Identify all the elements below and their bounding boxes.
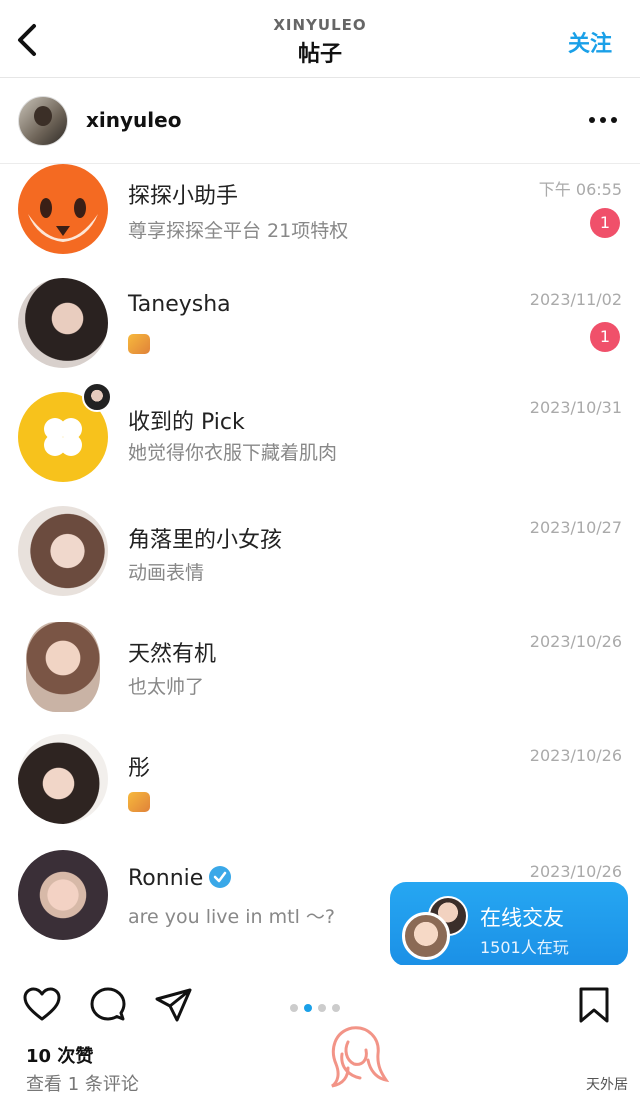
chat-name: 天然有机: [128, 642, 217, 667]
chat-date: 2023/10/31: [529, 398, 622, 417]
chat-name: 收到的 Pick: [128, 410, 245, 435]
list-item[interactable]: Taneysha 2023/11/02 1: [0, 278, 640, 392]
view-comments-link[interactable]: 查看 1 条评论: [26, 1070, 139, 1096]
page-title: 帖子: [297, 42, 342, 67]
carousel-dot: [290, 1004, 298, 1012]
user-avatar: [26, 622, 100, 712]
user-avatar: [18, 278, 108, 368]
ellipsis-icon: [589, 117, 617, 123]
chat-name: 彤: [128, 756, 151, 781]
chat-message: 动画表情: [128, 562, 205, 584]
tantan-fox-avatar: [18, 164, 108, 254]
chat-date: 2023/11/02: [529, 290, 622, 309]
chat-name: 探探小助手: [128, 184, 239, 209]
carousel-dot-active: [304, 1004, 312, 1012]
chat-name: Ronnie: [128, 866, 232, 891]
comment-bubble-icon: [90, 987, 126, 1021]
user-avatar: [18, 850, 108, 940]
chat-message: 她觉得你衣服下藏着肌肉: [128, 442, 338, 464]
send-paper-plane-icon: [155, 988, 192, 1022]
post-action-bar: [0, 965, 640, 1041]
save-button[interactable]: [574, 985, 614, 1025]
banner-title: 在线交友: [480, 906, 564, 930]
more-options-button[interactable]: [588, 108, 618, 132]
chat-name: Taneysha: [128, 292, 231, 317]
unread-badge: 1: [590, 208, 620, 238]
chat-date: 2023/10/26: [529, 632, 622, 651]
watermark-logo-icon: [331, 1026, 390, 1088]
list-item[interactable]: 探探小助手 尊享探探全平台 21项特权 下午 06:55 1: [0, 164, 640, 278]
banner-subtitle: 1501人在玩: [480, 938, 569, 957]
top-navigation-bar: XINYULEO 帖子 关注: [0, 0, 640, 78]
chat-message: are you live in mtl ～?: [128, 906, 335, 928]
heart-icon: [23, 987, 61, 1021]
small-avatar-overlay: [82, 382, 112, 412]
author-avatar[interactable]: [18, 96, 68, 146]
list-item[interactable]: 彤 2023/10/26: [0, 734, 640, 848]
author-username[interactable]: xinyuleo: [86, 108, 181, 132]
list-item[interactable]: 收到的 Pick 她觉得你衣服下藏着肌肉 2023/10/31: [0, 382, 640, 506]
sticker-icon: [128, 792, 150, 812]
online-dating-banner[interactable]: 在线交友 1501人在玩: [390, 882, 628, 966]
banner-avatar: [402, 912, 450, 960]
chat-name: 角落里的小女孩: [128, 528, 283, 553]
chat-date: 2023/10/26: [529, 862, 622, 881]
verified-badge-icon: [209, 866, 232, 888]
carousel-indicator: [290, 997, 346, 1012]
chat-date: 2023/10/27: [529, 518, 622, 537]
follow-button[interactable]: 关注: [568, 26, 612, 58]
list-item[interactable]: 天然有机 也太帅了 2023/10/26: [0, 620, 640, 734]
unread-badge: 1: [590, 322, 620, 352]
share-button[interactable]: [154, 985, 194, 1025]
like-count[interactable]: 10 次赞: [26, 1042, 93, 1068]
chat-message: 也太帅了: [128, 676, 205, 698]
list-item[interactable]: 角落里的小女孩 动画表情 2023/10/27: [0, 506, 640, 620]
user-avatar: [18, 734, 108, 824]
post-author-bar: xinyuleo: [0, 78, 640, 164]
carousel-dot: [332, 1004, 340, 1012]
bookmark-icon: [579, 987, 609, 1023]
watermark-text: 天外居: [586, 1077, 628, 1093]
chat-date: 下午 06:55: [538, 180, 622, 199]
carousel-dot: [318, 1004, 326, 1012]
chat-date: 2023/10/26: [529, 746, 622, 765]
like-button[interactable]: [22, 985, 62, 1025]
header-username: XINYULEO: [273, 16, 367, 34]
chat-name-text: Ronnie: [128, 866, 204, 891]
sticker-icon: [128, 334, 150, 354]
chat-message: 尊享探探全平台 21项特权: [128, 220, 349, 242]
user-avatar: [18, 506, 108, 596]
comment-button[interactable]: [88, 985, 128, 1025]
